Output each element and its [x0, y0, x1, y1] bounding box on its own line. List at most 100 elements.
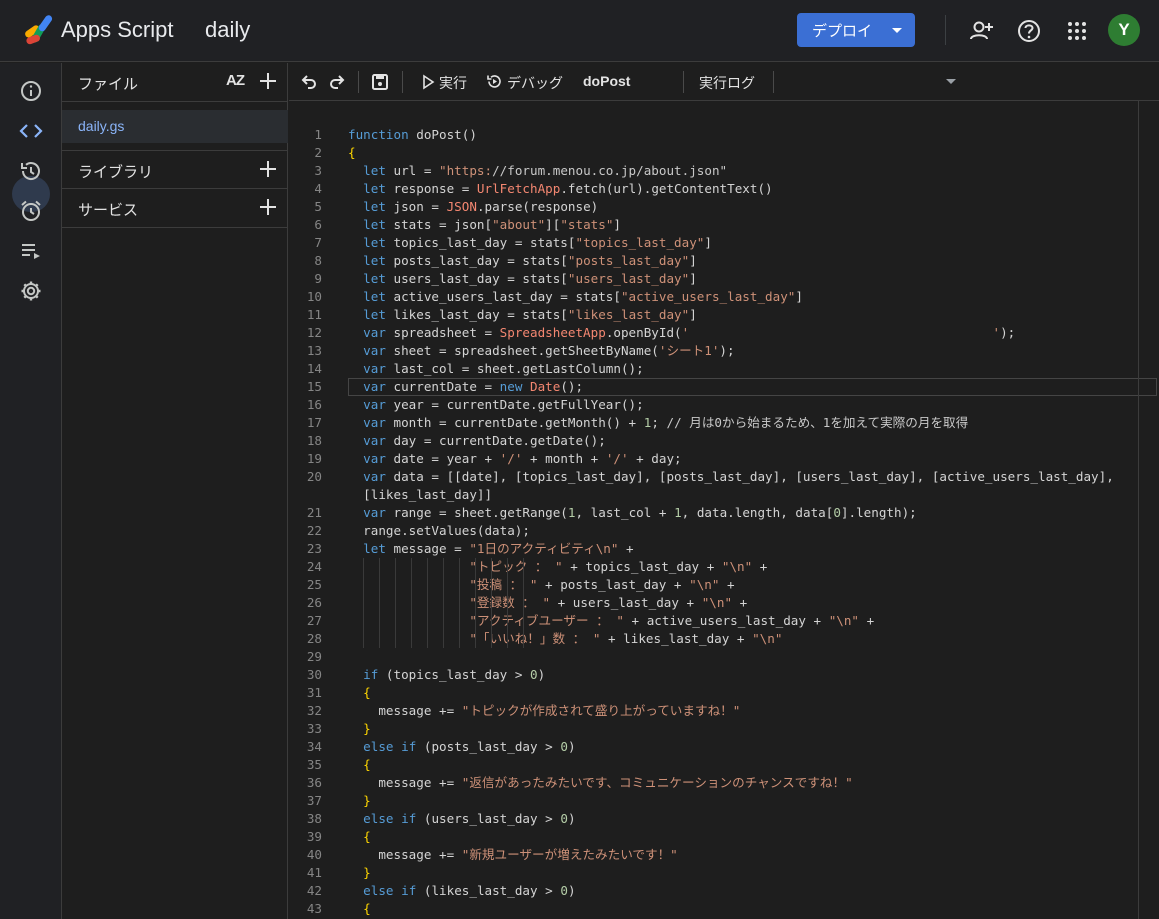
code-text[interactable]: }: [348, 720, 371, 738]
code-text[interactable]: else if (posts_last_day > 0): [348, 738, 575, 756]
code-line[interactable]: 42 else if (likes_last_day > 0): [289, 882, 1159, 900]
code-line[interactable]: 27 "アクティブユーザー ： " + active_users_last_da…: [289, 612, 1159, 630]
add-file-icon[interactable]: [258, 71, 278, 91]
code-line[interactable]: 24 "トピック ： " + topics_last_day + "\n" +: [289, 558, 1159, 576]
code-text[interactable]: "「いいね！」数 ： " + likes_last_day + "\n": [348, 630, 782, 648]
debug-button[interactable]: デバッグ: [507, 73, 563, 93]
function-select[interactable]: doPost: [583, 73, 630, 89]
code-line[interactable]: 26 "登録数 ： " + users_last_day + "\n" +: [289, 594, 1159, 612]
code-text[interactable]: message += "トピックが作成されて盛り上がっていますね！": [348, 702, 740, 720]
code-text[interactable]: {: [348, 144, 356, 162]
code-text[interactable]: let stats = json["about"]["stats"]: [348, 216, 621, 234]
code-text[interactable]: range.setValues(data);: [348, 522, 530, 540]
play-icon[interactable]: [420, 74, 436, 90]
code-line[interactable]: 18 var day = currentDate.getDate();: [289, 432, 1159, 450]
code-line[interactable]: 6 let stats = json["about"]["stats"]: [289, 216, 1159, 234]
sort-az-icon[interactable]: AZ: [226, 72, 245, 89]
code-text[interactable]: "投稿 ： " + posts_last_day + "\n" +: [348, 576, 734, 594]
code-line[interactable]: 21 var range = sheet.getRange(1, last_co…: [289, 504, 1159, 522]
code-text[interactable]: {: [348, 828, 371, 846]
code-text[interactable]: {: [348, 900, 371, 918]
code-text[interactable]: let json = JSON.parse(response): [348, 198, 598, 216]
code-line[interactable]: 20 var data = [[date], [topics_last_day]…: [289, 468, 1159, 486]
code-text[interactable]: var date = year + '/' + month + '/' + da…: [348, 450, 681, 468]
code-line[interactable]: 16 var year = currentDate.getFullYear();: [289, 396, 1159, 414]
project-name[interactable]: daily: [205, 17, 250, 43]
code-text[interactable]: let users_last_day = stats["users_last_d…: [348, 270, 697, 288]
code-text[interactable]: var currentDate = new Date();: [348, 378, 583, 396]
code-text[interactable]: }: [348, 792, 371, 810]
code-line[interactable]: 11 let likes_last_day = stats["likes_las…: [289, 306, 1159, 324]
code-line[interactable]: 29: [289, 648, 1159, 666]
code-line[interactable]: 37 }: [289, 792, 1159, 810]
code-text[interactable]: var day = currentDate.getDate();: [348, 432, 606, 450]
code-text[interactable]: var data = [[date], [topics_last_day], […: [348, 468, 1114, 486]
code-line[interactable]: 32 message += "トピックが作成されて盛り上がっていますね！": [289, 702, 1159, 720]
code-editor-icon[interactable]: [19, 119, 43, 143]
code-line[interactable]: [likes_last_day]]: [289, 486, 1159, 504]
code-text[interactable]: let url = "https://forum.menou.co.jp/abo…: [348, 162, 727, 180]
code-text[interactable]: message += "返信があったみたいです、コミュニケーションのチャンスです…: [348, 774, 852, 792]
code-text[interactable]: var last_col = sheet.getLastColumn();: [348, 360, 644, 378]
code-line[interactable]: 19 var date = year + '/' + month + '/' +…: [289, 450, 1159, 468]
code-line[interactable]: 15 var currentDate = new Date();: [289, 378, 1159, 396]
code-line[interactable]: 34 else if (posts_last_day > 0): [289, 738, 1159, 756]
code-text[interactable]: var sheet = spreadsheet.getSheetByName('…: [348, 342, 734, 360]
code-text[interactable]: let posts_last_day = stats["posts_last_d…: [348, 252, 697, 270]
code-text[interactable]: else if (users_last_day > 0): [348, 810, 575, 828]
code-text[interactable]: let message = "1日のアクティビティ\n" +: [348, 540, 633, 558]
code-line[interactable]: 8 let posts_last_day = stats["posts_last…: [289, 252, 1159, 270]
code-line[interactable]: 31 {: [289, 684, 1159, 702]
add-person-icon[interactable]: [968, 18, 994, 44]
code-line[interactable]: 2{: [289, 144, 1159, 162]
add-service-icon[interactable]: [258, 197, 278, 217]
code-text[interactable]: let likes_last_day = stats["likes_last_d…: [348, 306, 697, 324]
code-line[interactable]: 10 let active_users_last_day = stats["ac…: [289, 288, 1159, 306]
undo-icon[interactable]: [299, 72, 319, 92]
code-text[interactable]: var spreadsheet = SpreadsheetApp.openByI…: [348, 324, 1015, 342]
code-text[interactable]: message += "新規ユーザーが増えたみたいです！": [348, 846, 677, 864]
chevron-down-icon[interactable]: [946, 79, 956, 84]
run-button[interactable]: 実行: [439, 73, 467, 93]
code-text[interactable]: let topics_last_day = stats["topics_last…: [348, 234, 712, 252]
code-text[interactable]: {: [348, 684, 371, 702]
code-line[interactable]: 41 }: [289, 864, 1159, 882]
debug-icon[interactable]: [486, 73, 503, 90]
redo-icon[interactable]: [327, 72, 347, 92]
history-icon[interactable]: [19, 159, 43, 183]
help-icon[interactable]: [1016, 18, 1042, 44]
code-line[interactable]: 43 {: [289, 900, 1159, 918]
add-library-icon[interactable]: [258, 159, 278, 179]
code-line[interactable]: 23 let message = "1日のアクティビティ\n" +: [289, 540, 1159, 558]
code-line[interactable]: 7 let topics_last_day = stats["topics_la…: [289, 234, 1159, 252]
code-line[interactable]: 28 "「いいね！」数 ： " + likes_last_day + "\n": [289, 630, 1159, 648]
code-text[interactable]: {: [348, 756, 371, 774]
code-line[interactable]: 13 var sheet = spreadsheet.getSheetByNam…: [289, 342, 1159, 360]
code-line[interactable]: 38 else if (users_last_day > 0): [289, 810, 1159, 828]
code-line[interactable]: 12 var spreadsheet = SpreadsheetApp.open…: [289, 324, 1159, 342]
code-line[interactable]: 4 let response = UrlFetchApp.fetch(url).…: [289, 180, 1159, 198]
code-text[interactable]: var range = sheet.getRange(1, last_col +…: [348, 504, 917, 522]
info-icon[interactable]: [19, 79, 43, 103]
code-line[interactable]: 36 message += "返信があったみたいです、コミュニケーションのチャン…: [289, 774, 1159, 792]
code-text[interactable]: "登録数 ： " + users_last_day + "\n" +: [348, 594, 747, 612]
code-text[interactable]: function doPost(): [348, 126, 477, 144]
code-line[interactable]: 9 let users_last_day = stats["users_last…: [289, 270, 1159, 288]
gear-icon[interactable]: [19, 279, 43, 303]
code-line[interactable]: 39 {: [289, 828, 1159, 846]
code-text[interactable]: let response = UrlFetchApp.fetch(url).ge…: [348, 180, 772, 198]
code-text[interactable]: var month = currentDate.getMonth() + 1; …: [348, 414, 968, 432]
file-item-daily-gs[interactable]: daily.gs: [62, 110, 288, 143]
code-text[interactable]: }: [348, 864, 371, 882]
libraries-section[interactable]: ライブラリ: [62, 150, 288, 189]
alarm-clock-icon[interactable]: [19, 199, 43, 223]
avatar[interactable]: Y: [1108, 14, 1140, 46]
apps-grid-icon[interactable]: [1064, 18, 1090, 44]
execution-log-button[interactable]: 実行ログ: [699, 73, 755, 93]
code-text[interactable]: else if (likes_last_day > 0): [348, 882, 575, 900]
code-line[interactable]: 22 range.setValues(data);: [289, 522, 1159, 540]
code-line[interactable]: 17 var month = currentDate.getMonth() + …: [289, 414, 1159, 432]
code-line[interactable]: 40 message += "新規ユーザーが増えたみたいです！": [289, 846, 1159, 864]
services-section[interactable]: サービス: [62, 189, 288, 228]
code-line[interactable]: 33 }: [289, 720, 1159, 738]
